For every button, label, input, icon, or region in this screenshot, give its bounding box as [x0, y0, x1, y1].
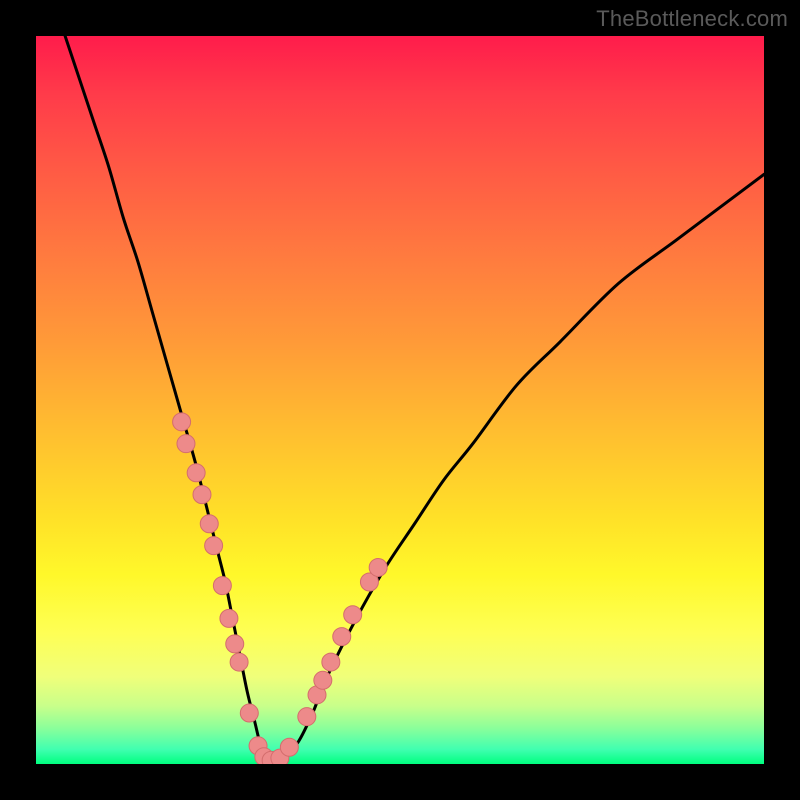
data-marker [298, 708, 316, 726]
data-marker [344, 606, 362, 624]
data-marker [230, 653, 248, 671]
data-marker [314, 671, 332, 689]
bottleneck-curve [65, 36, 764, 764]
data-marker [187, 464, 205, 482]
data-marker [333, 628, 351, 646]
data-marker [205, 537, 223, 555]
data-marker [200, 515, 218, 533]
curve-layer [36, 36, 764, 764]
chart-frame: TheBottleneck.com [0, 0, 800, 800]
data-markers [173, 413, 388, 764]
data-marker [213, 577, 231, 595]
data-marker [193, 486, 211, 504]
data-marker [220, 609, 238, 627]
data-marker [322, 653, 340, 671]
data-marker [177, 435, 195, 453]
data-marker [226, 635, 244, 653]
plot-area [36, 36, 764, 764]
watermark-text: TheBottleneck.com [596, 6, 788, 32]
data-marker [173, 413, 191, 431]
data-marker [280, 738, 298, 756]
data-marker [240, 704, 258, 722]
data-marker [369, 558, 387, 576]
